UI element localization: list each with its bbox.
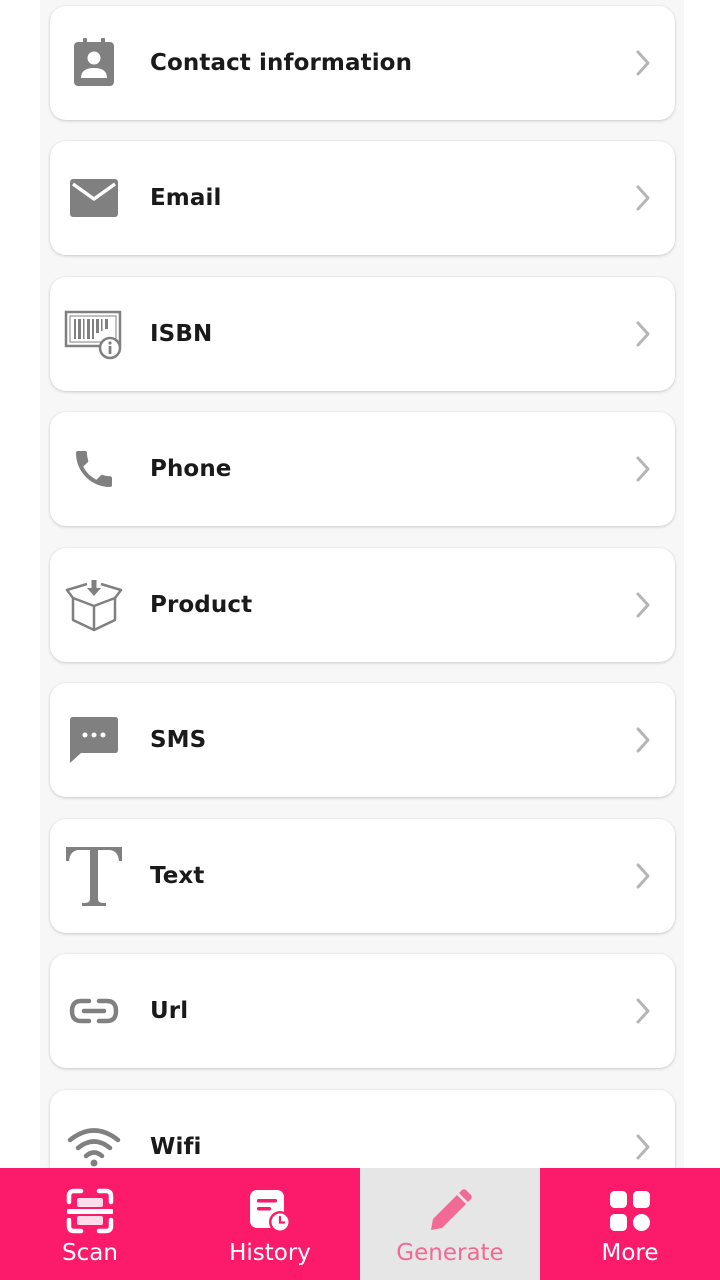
contact-card-icon [64, 33, 124, 93]
chevron-right-icon [636, 456, 650, 482]
list-item-wifi[interactable]: Wifi [50, 1090, 675, 1168]
wifi-icon [64, 1117, 124, 1168]
list-item-label: Contact information [150, 50, 413, 76]
list-item-contact-information[interactable]: Contact information [50, 6, 675, 120]
list-item-email[interactable]: Email [50, 141, 675, 255]
nav-scan[interactable]: Scan [0, 1168, 180, 1280]
chevron-right-icon [636, 1134, 650, 1160]
list-item-url[interactable]: Url [50, 954, 675, 1068]
nav-label: Generate [396, 1240, 504, 1266]
chevron-right-icon [636, 998, 650, 1024]
list-item-phone[interactable]: Phone [50, 412, 675, 526]
chevron-right-icon [636, 321, 650, 347]
list-item-label: ISBN [150, 321, 213, 347]
list-item-label: Phone [150, 456, 232, 482]
nav-more[interactable]: More [540, 1168, 720, 1280]
chevron-right-icon [636, 863, 650, 889]
nav-label: Scan [62, 1240, 118, 1266]
list-item-label: Text [150, 863, 205, 889]
scan-icon [65, 1186, 115, 1236]
list-item-isbn[interactable]: ISBN [50, 277, 675, 391]
list-item-sms[interactable]: SMS [50, 683, 675, 797]
list-item-label: Email [150, 185, 222, 211]
envelope-icon [64, 168, 124, 228]
box-icon [64, 575, 124, 635]
barcode-info-icon [64, 304, 124, 364]
phone-icon [64, 439, 124, 499]
chevron-right-icon [636, 592, 650, 618]
list-item-product[interactable]: Product [50, 548, 675, 662]
chevron-right-icon [636, 50, 650, 76]
pencil-icon [425, 1186, 475, 1236]
generate-type-list: Contact information Email ISBN Phone Pro… [0, 0, 720, 1168]
nav-generate[interactable]: Generate [360, 1168, 540, 1280]
text-t-icon [64, 846, 124, 906]
nav-history[interactable]: History [180, 1168, 360, 1280]
link-icon [64, 981, 124, 1041]
list-item-label: Wifi [150, 1134, 202, 1160]
nav-label: History [229, 1240, 311, 1266]
history-icon [245, 1186, 295, 1236]
bottom-navigation: Scan History Generate More [0, 1168, 720, 1280]
list-item-text[interactable]: Text [50, 819, 675, 933]
list-item-label: SMS [150, 727, 207, 753]
nav-label: More [601, 1240, 659, 1266]
chevron-right-icon [636, 727, 650, 753]
grid-icon [605, 1186, 655, 1236]
chat-bubble-icon [64, 710, 124, 770]
chevron-right-icon [636, 185, 650, 211]
list-item-label: Url [150, 998, 189, 1024]
list-item-label: Product [150, 592, 253, 618]
